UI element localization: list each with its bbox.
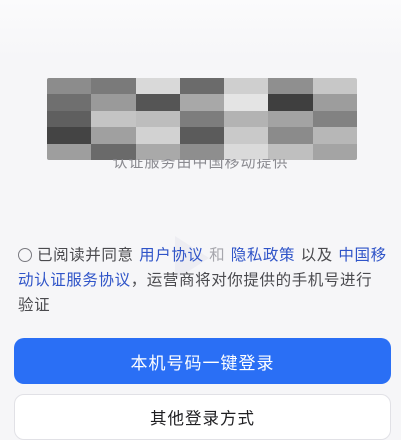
mosaic-tile [224,127,269,144]
mosaic-tile [312,127,357,144]
mosaic-tile [268,127,313,144]
mosaic-tile [47,78,92,95]
mosaic-tile [268,143,313,160]
privacy-policy-link[interactable]: 隐私政策 [231,246,295,264]
mosaic-tile [224,110,269,128]
mosaic-tile [135,94,180,111]
agreement-and: 和 [209,246,226,264]
mosaic-tile [91,94,136,111]
mosaic-tile [179,94,225,111]
mosaic-tile [224,94,269,111]
mosaic-tile [47,127,92,144]
mosaic-tile [135,143,180,160]
top-background [0,0,401,60]
mosaic-tile [91,110,136,128]
other-login-button[interactable]: 其他登录方式 [14,394,391,440]
mosaic-tile [179,110,225,128]
masked-phone-number [47,78,357,160]
mosaic-tile [312,110,357,128]
mosaic-tile [268,110,313,128]
mosaic-tile [312,94,357,111]
mosaic-tile [91,143,136,160]
agreement-prefix: 已阅读并同意 [37,246,134,264]
mosaic-tile [312,143,357,160]
mosaic-tile [91,127,136,144]
mosaic-tile [47,143,92,160]
mosaic-tile [47,110,92,128]
mosaic-tile [135,78,180,95]
one-click-login-button[interactable]: 本机号码一键登录 [14,338,391,384]
mosaic-tile [135,110,180,128]
mosaic-tile [179,127,225,144]
mosaic-tile [179,78,225,95]
user-agreement-link[interactable]: 用户协议 [139,246,203,264]
agreement-text: 已阅读并同意 用户协议 和 隐私政策 以及 中国移动认证服务协议，运营商将对你提… [18,243,388,318]
mosaic-tile [47,94,92,111]
mosaic-tile [224,143,269,160]
mosaic-tile [135,127,180,144]
mosaic-tile [179,143,225,160]
mosaic-tile [312,78,357,95]
mosaic-tile [268,78,313,95]
agree-radio[interactable] [18,248,32,262]
mosaic-tile [91,78,136,95]
mosaic-tile [224,78,269,95]
agreement-and-2: 以及 [300,246,333,264]
mosaic-tile [268,94,313,111]
